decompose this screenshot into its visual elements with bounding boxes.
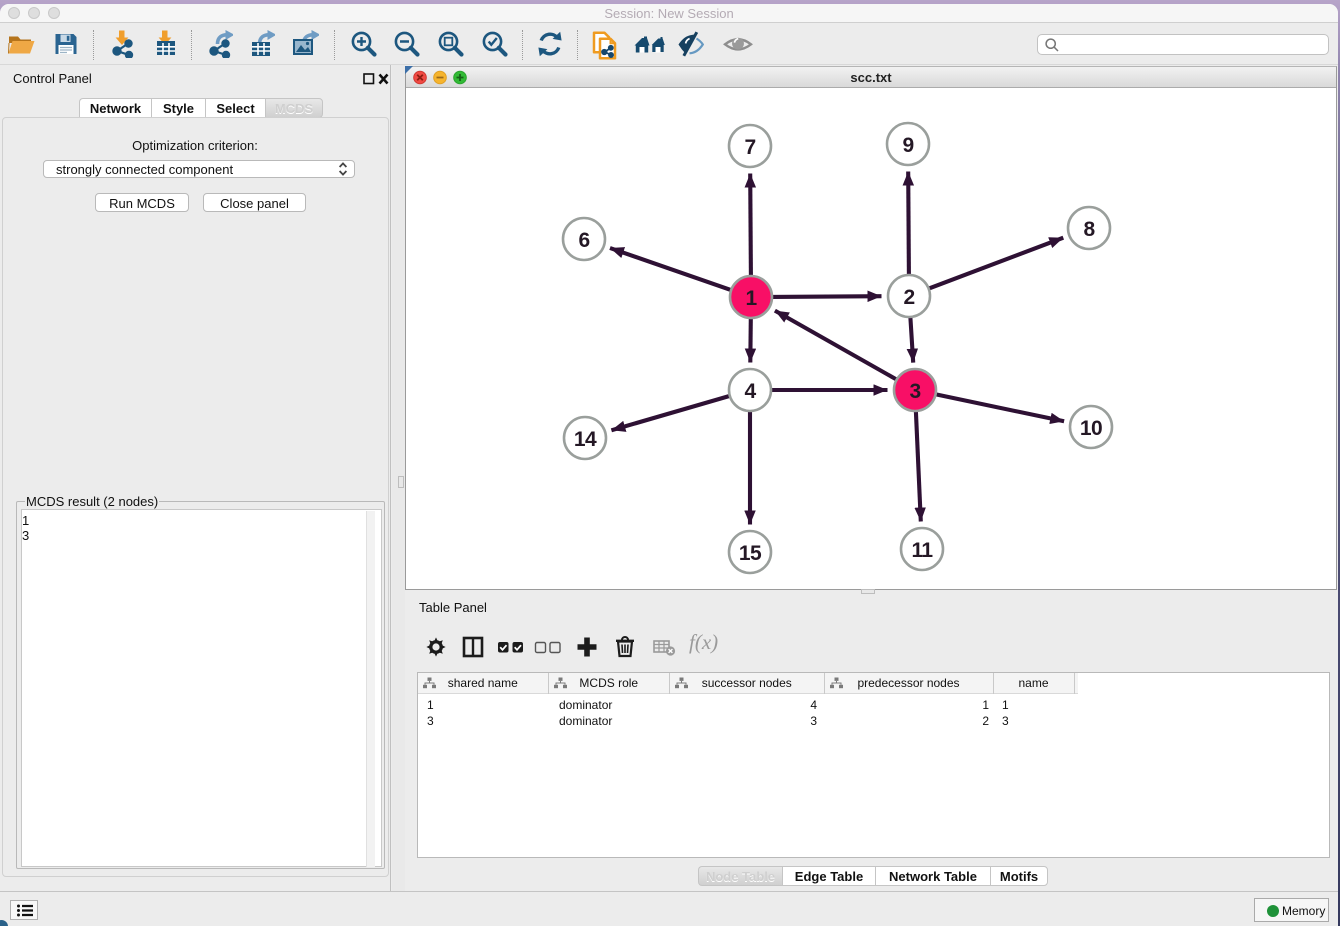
svg-text:11: 11 xyxy=(912,539,934,562)
svg-text:10: 10 xyxy=(1080,417,1102,440)
svg-text:15: 15 xyxy=(739,542,762,565)
svg-text:3: 3 xyxy=(909,380,920,403)
svg-text:8: 8 xyxy=(1083,218,1095,241)
svg-text:9: 9 xyxy=(902,134,913,157)
svg-text:2: 2 xyxy=(903,286,914,309)
svg-text:14: 14 xyxy=(574,428,597,451)
svg-text:6: 6 xyxy=(578,229,589,252)
svg-text:4: 4 xyxy=(744,380,756,403)
svg-text:1: 1 xyxy=(745,287,757,310)
svg-text:7: 7 xyxy=(744,136,755,159)
